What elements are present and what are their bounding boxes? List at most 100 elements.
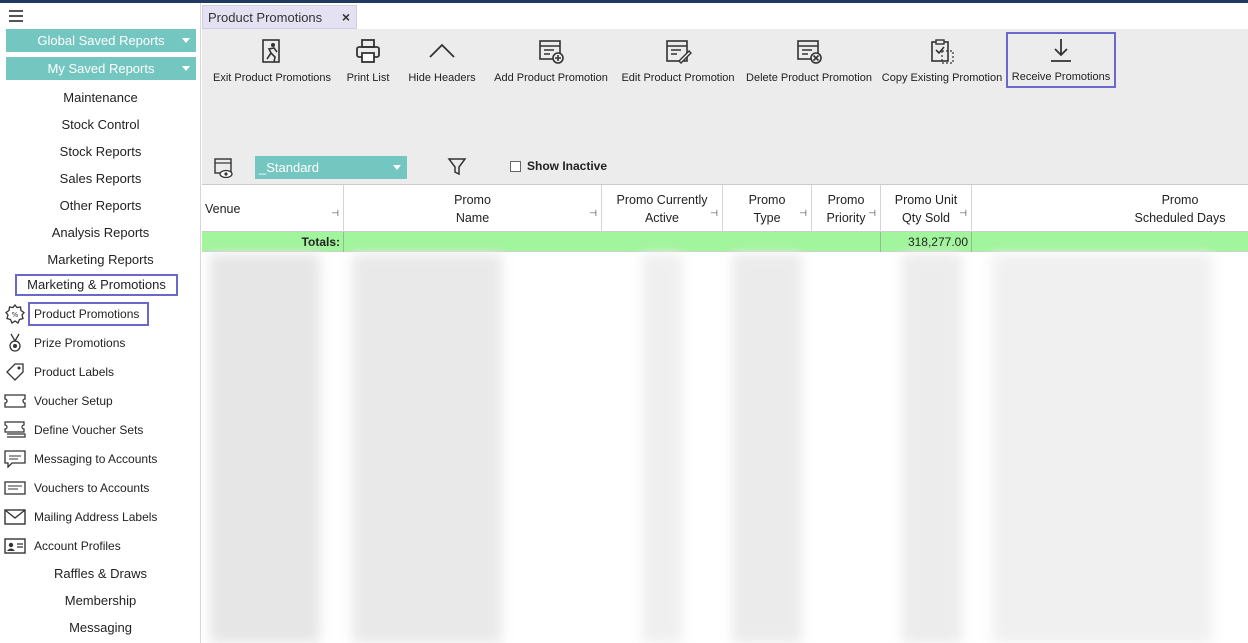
column-header-venue[interactable]: Venue ⊣ (202, 185, 344, 233)
totals-qty-sold: 318,277.00 (881, 232, 972, 252)
sidebar-item-define-voucher-sets[interactable]: Define Voucher Sets (4, 417, 199, 443)
column-label: Priority (826, 211, 866, 225)
totals-cell (344, 232, 881, 252)
column-header-promo-priority[interactable]: Promo Priority ⊣ (812, 185, 881, 233)
printer-icon (356, 39, 380, 63)
sidebar-item-label: Vouchers to Accounts (34, 481, 150, 495)
show-inactive-toggle[interactable]: Show Inactive (510, 159, 607, 173)
chevron-down-icon (182, 66, 190, 71)
exit-product-promotions-button[interactable]: Exit Product Promotions (208, 35, 336, 89)
sidebar-item-label: Mailing Address Labels (34, 510, 158, 524)
column-label: Active (644, 211, 680, 225)
totals-row: Totals: 318,277.00 (202, 232, 1248, 252)
menu-sales-reports[interactable]: Sales Reports (0, 168, 201, 190)
add-doc-icon (539, 40, 564, 64)
menu-marketing-promotions[interactable]: Marketing & Promotions (15, 274, 178, 296)
svg-text:%: % (12, 311, 19, 319)
menu-raffles-draws[interactable]: Raffles & Draws (0, 563, 201, 585)
column-header-promo-type[interactable]: Promo Type ⊣ (723, 185, 812, 233)
layout-select-value: _Standard (259, 160, 319, 175)
sidebar-item-mailing-address-labels[interactable]: Mailing Address Labels (4, 504, 199, 530)
column-header-promo-scheduled-days[interactable]: Promo Scheduled Days (972, 185, 1248, 233)
blurred-venue-column (210, 254, 320, 643)
menu-stock-control[interactable]: Stock Control (0, 114, 201, 136)
column-label: Promo Currently (616, 193, 708, 207)
sidebar-item-label: Define Voucher Sets (34, 423, 144, 437)
chevron-up-icon (429, 43, 455, 58)
sidebar-item-label: Product Promotions (28, 302, 150, 326)
grid-header: Venue ⊣ Promo Name ⊣ Promo Currently Activ… (202, 184, 1248, 233)
menu-marketing-reports[interactable]: Marketing Reports (0, 249, 201, 271)
layout-select[interactable]: _Standard (255, 156, 407, 179)
delete-doc-icon (797, 40, 822, 64)
sidebar-item-account-profiles[interactable]: Account Profiles (4, 533, 199, 559)
filter-icon[interactable] (447, 157, 467, 177)
tool-label: Copy Existing Promotion (881, 72, 1003, 84)
column-header-promo-name[interactable]: Promo Name ⊣ (344, 185, 602, 233)
menu-analysis-reports[interactable]: Analysis Reports (0, 222, 201, 244)
pin-icon[interactable]: ⊣ (799, 204, 807, 222)
chevron-down-icon (182, 38, 190, 43)
pin-icon[interactable]: ⊣ (331, 204, 339, 222)
tool-label: Exit Product Promotions (213, 72, 331, 84)
add-product-promotion-button[interactable]: Add Product Promotion (490, 35, 612, 89)
edit-product-promotion-button[interactable]: Edit Product Promotion (618, 35, 738, 89)
tool-label: Print List (346, 72, 390, 84)
sidebar-item-voucher-setup[interactable]: Voucher Setup (4, 388, 199, 414)
tab-label: Product Promotions (208, 9, 323, 25)
tickets-icon (4, 420, 26, 440)
column-label: Promo Unit (894, 193, 958, 207)
tool-label: Edit Product Promotion (621, 72, 735, 84)
tag-icon (4, 362, 26, 382)
profile-card-icon (4, 536, 26, 556)
hamburger-menu-icon[interactable] (9, 10, 23, 24)
show-inactive-checkbox[interactable] (510, 160, 521, 172)
menu-messaging[interactable]: Messaging (0, 617, 201, 639)
menu-membership[interactable]: Membership (0, 590, 201, 612)
my-saved-reports-dropdown[interactable]: My Saved Reports (6, 57, 196, 80)
column-header-promo-currently-active[interactable]: Promo Currently Active ⊣ (602, 185, 723, 233)
pin-icon[interactable]: ⊣ (710, 204, 718, 222)
copy-clipboard-icon (931, 39, 954, 64)
blurred-type-column (732, 254, 802, 643)
global-saved-reports-dropdown[interactable]: Global Saved Reports (6, 29, 196, 52)
tab-product-promotions[interactable]: Product Promotions × (202, 5, 357, 29)
copy-existing-promotion-button[interactable]: Copy Existing Promotion (880, 35, 1004, 89)
blurred-rows (202, 254, 1248, 643)
close-icon[interactable]: × (342, 9, 350, 25)
print-list-button[interactable]: Print List (342, 35, 394, 89)
sidebar-item-product-labels[interactable]: Product Labels (4, 359, 199, 385)
edit-doc-icon (666, 40, 692, 64)
delete-product-promotion-button[interactable]: Delete Product Promotion (744, 35, 874, 89)
receive-promotions-button[interactable]: Receive Promotions (1006, 32, 1116, 88)
view-layout-icon[interactable] (213, 157, 235, 179)
pin-icon[interactable]: ⊣ (589, 204, 597, 222)
hide-headers-button[interactable]: Hide Headers (406, 35, 478, 89)
column-label: Promo (748, 193, 786, 207)
totals-label: Totals: (202, 232, 344, 252)
blurred-days-column (992, 254, 1212, 643)
medal-icon (4, 333, 26, 353)
tool-label: Delete Product Promotion (746, 72, 872, 84)
promo-badge-icon: % (4, 304, 26, 324)
blurred-name-column (352, 254, 502, 643)
ticket-icon (4, 391, 26, 411)
sidebar-item-product-promotions[interactable]: % Product Promotions (4, 301, 199, 327)
pin-icon[interactable]: ⊣ (868, 204, 876, 222)
pin-icon[interactable]: ⊣ (959, 204, 967, 222)
column-label: Scheduled Days (1134, 211, 1226, 225)
show-inactive-label: Show Inactive (527, 159, 608, 173)
column-header-promo-unit-qty-sold[interactable]: Promo Unit Qty Sold ⊣ (881, 185, 972, 233)
blurred-qty-column (902, 254, 962, 643)
menu-other-reports[interactable]: Other Reports (0, 195, 201, 217)
menu-maintenance[interactable]: Maintenance (0, 87, 201, 109)
column-label: Type (753, 211, 781, 225)
menu-stock-reports[interactable]: Stock Reports (0, 141, 201, 163)
sidebar-item-label: Messaging to Accounts (34, 452, 158, 466)
global-saved-reports-label: Global Saved Reports (37, 33, 165, 48)
chevron-down-icon (393, 165, 401, 170)
sidebar-item-vouchers-to-accounts[interactable]: Vouchers to Accounts (4, 475, 199, 501)
exit-run-icon (262, 39, 280, 63)
sidebar-item-prize-promotions[interactable]: Prize Promotions (4, 330, 199, 356)
sidebar-item-messaging-to-accounts[interactable]: Messaging to Accounts (4, 446, 199, 472)
